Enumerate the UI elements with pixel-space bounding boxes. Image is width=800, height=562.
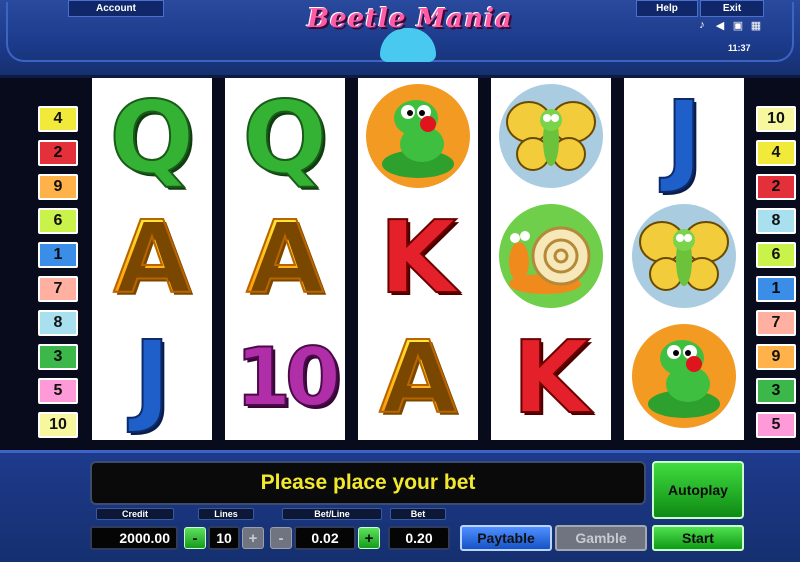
lines-value: 10 xyxy=(208,526,240,550)
symbol-letter: K xyxy=(378,199,457,316)
payline-badge-right[interactable]: 8 xyxy=(756,208,796,234)
betline-increase-button[interactable]: + xyxy=(358,527,380,549)
reel-symbol: J xyxy=(624,78,744,198)
slot-game-screen: Account Help Exit Beetle Mania ♪ ◀ ▣ ▦ 1… xyxy=(0,0,800,562)
payline-badge-right[interactable]: 3 xyxy=(756,378,796,404)
reel-5: J xyxy=(624,78,744,440)
symbol-letter: Q xyxy=(241,79,328,196)
payline-badge-left[interactable]: 6 xyxy=(38,208,78,234)
speaker-icon[interactable]: ◀ xyxy=(714,19,726,32)
caterpillar-icon xyxy=(366,84,470,188)
payline-badge-left[interactable]: 10 xyxy=(38,412,78,438)
reel-3: KA xyxy=(358,78,478,440)
payline-badge-right[interactable]: 4 xyxy=(756,140,796,166)
reel-1: QAJ xyxy=(92,78,212,440)
betline-label: Bet/Line xyxy=(282,508,382,520)
symbol-letter: A xyxy=(112,199,191,316)
payline-badge-left[interactable]: 9 xyxy=(38,174,78,200)
clock: 11:37 xyxy=(728,43,751,53)
symbol-letter: J xyxy=(132,319,171,436)
symbol-letter: J xyxy=(664,79,703,196)
butterfly-icon xyxy=(632,204,736,308)
bet-value: 0.20 xyxy=(388,526,450,550)
payline-badge-left[interactable]: 2 xyxy=(38,140,78,166)
reel-2: Q A 10 xyxy=(225,78,345,440)
reel-symbol: 10 xyxy=(225,318,345,438)
settings-icon[interactable]: ▦ xyxy=(750,19,762,32)
reel-symbol: A xyxy=(92,198,212,318)
symbol-letter: K xyxy=(511,319,590,436)
reel-symbol: K xyxy=(491,318,611,438)
lines-increase-button[interactable]: + xyxy=(242,527,264,549)
payline-badge-right[interactable]: 2 xyxy=(756,174,796,200)
payline-badge-right[interactable]: 9 xyxy=(756,344,796,370)
lines-decrease-button[interactable]: - xyxy=(184,527,206,549)
symbol-letter: A xyxy=(245,199,324,316)
message-display: Please place your bet xyxy=(90,461,646,505)
payline-badge-right[interactable]: 7 xyxy=(756,310,796,336)
exit-button[interactable]: Exit xyxy=(700,0,764,17)
start-button[interactable]: Start xyxy=(652,525,744,551)
payline-badge-left[interactable]: 8 xyxy=(38,310,78,336)
payline-badge-right[interactable]: 1 xyxy=(756,276,796,302)
account-button[interactable]: Account xyxy=(68,0,164,17)
reel-symbol: J xyxy=(92,318,212,438)
right-payline-column: 10 4 2 8 6 1 7 9 3 5 xyxy=(756,78,800,450)
lines-label: Lines xyxy=(198,508,254,520)
payline-badge-right[interactable]: 6 xyxy=(756,242,796,268)
credit-value: 2000.00 xyxy=(90,526,178,550)
butterfly-icon xyxy=(499,84,603,188)
system-icons: ♪ ◀ ▣ ▦ xyxy=(696,19,766,33)
paytable-button[interactable]: Paytable xyxy=(460,525,552,551)
snail-icon xyxy=(499,204,603,308)
reel-symbol: Q xyxy=(92,78,212,198)
payline-badge-left[interactable]: 3 xyxy=(38,344,78,370)
reel-symbol: K xyxy=(358,198,478,318)
game-logo: Beetle Mania xyxy=(290,2,530,62)
symbol-letter: Q xyxy=(108,79,195,196)
caterpillar-icon xyxy=(358,78,478,198)
butterfly-icon xyxy=(491,78,611,198)
payline-badge-right[interactable]: 5 xyxy=(756,412,796,438)
payline-badge-left[interactable]: 5 xyxy=(38,378,78,404)
gamble-button[interactable]: Gamble xyxy=(555,525,647,551)
snail-icon xyxy=(491,198,611,318)
bet-label: Bet xyxy=(390,508,446,520)
control-panel: Please place your bet Autoplay Credit 20… xyxy=(0,450,800,562)
music-note-icon[interactable]: ♪ xyxy=(696,19,708,31)
reel-4: K xyxy=(491,78,611,440)
reel-symbol: Q xyxy=(225,78,345,198)
betline-decrease-button[interactable]: - xyxy=(270,527,292,549)
left-payline-column: 4 2 9 6 1 7 8 3 5 10 xyxy=(36,78,80,450)
top-header: Account Help Exit Beetle Mania ♪ ◀ ▣ ▦ 1… xyxy=(0,0,800,78)
payline-badge-left[interactable]: 1 xyxy=(38,242,78,268)
butterfly-icon xyxy=(624,198,744,318)
caterpillar-icon xyxy=(632,324,736,428)
reel-symbol: A xyxy=(358,318,478,438)
fullscreen-icon[interactable]: ▣ xyxy=(732,19,744,32)
symbol-letter: 10 xyxy=(234,331,341,424)
payline-badge-right[interactable]: 10 xyxy=(756,106,796,132)
symbol-letter: A xyxy=(378,319,457,436)
betline-value: 0.02 xyxy=(294,526,356,550)
reel-symbol: A xyxy=(225,198,345,318)
logo-text: Beetle Mania xyxy=(307,4,513,34)
payline-badge-left[interactable]: 4 xyxy=(38,106,78,132)
reel-area: 4 2 9 6 1 7 8 3 5 10 10 4 2 8 6 1 7 9 3 5 Q A J Q A 10 K A K J xyxy=(0,78,800,450)
help-button[interactable]: Help xyxy=(636,0,698,17)
caterpillar-icon xyxy=(624,318,744,438)
autoplay-button[interactable]: Autoplay xyxy=(652,461,744,519)
credit-label: Credit xyxy=(96,508,174,520)
payline-badge-left[interactable]: 7 xyxy=(38,276,78,302)
